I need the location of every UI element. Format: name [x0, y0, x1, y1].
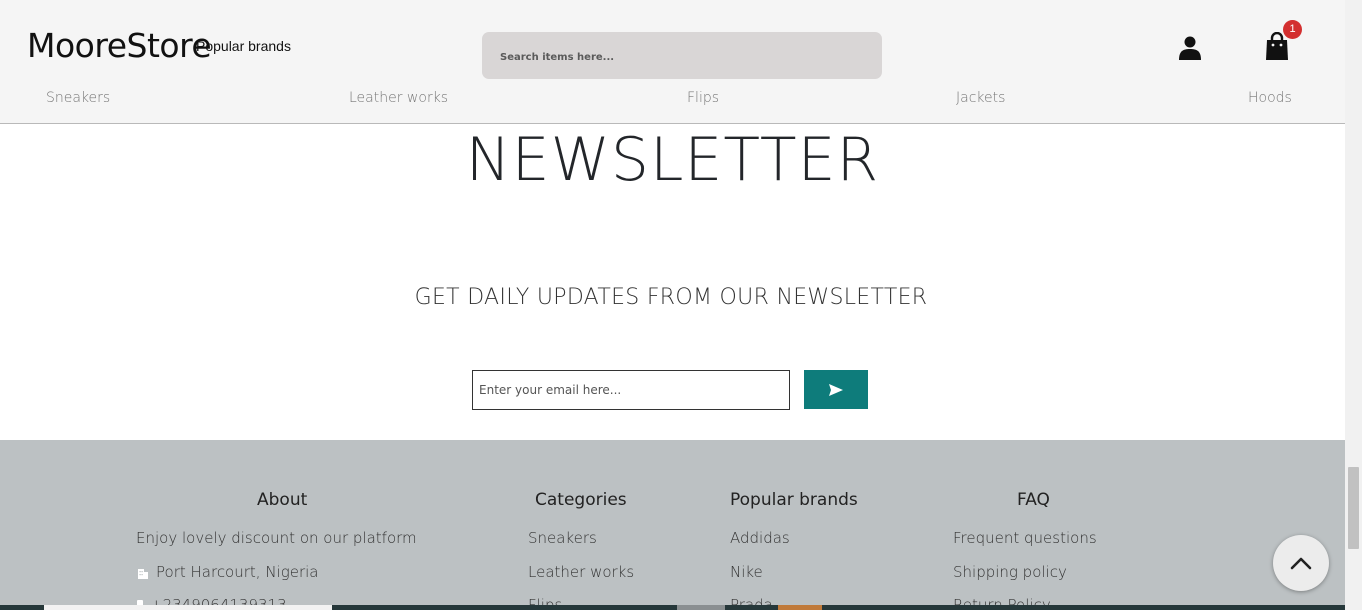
nav-category-flips[interactable]: Flips	[687, 90, 719, 106]
bottom-strip-segment	[725, 605, 778, 610]
site-header: MooreStore Popular brands 1 Sneakers Lea…	[0, 0, 1345, 124]
page-viewport: MooreStore Popular brands 1 Sneakers Lea…	[0, 0, 1345, 610]
footer-about-heading: About	[257, 490, 308, 510]
brand-logo[interactable]: MooreStore	[27, 26, 212, 65]
footer-faq-link[interactable]: Shipping policy	[953, 563, 1067, 581]
bottom-strip-segment	[822, 605, 1345, 610]
bottom-strip-segment	[0, 605, 44, 610]
bottom-strip-segment	[778, 605, 822, 610]
newsletter-title: NEWSLETTER	[465, 125, 880, 195]
nav-category-jackets[interactable]: Jackets	[956, 90, 1005, 106]
search-input[interactable]	[498, 46, 862, 68]
footer-brands-heading: Popular brands	[730, 490, 858, 510]
cart-count-badge: 1	[1283, 20, 1302, 39]
site-footer	[0, 440, 1345, 610]
footer-category-link[interactable]: Sneakers	[528, 529, 597, 547]
footer-categories-heading: Categories	[535, 490, 627, 510]
newsletter-subtitle: GET DAILY UPDATES FROM OUR NEWSLETTER	[414, 285, 928, 310]
user-icon[interactable]	[1179, 36, 1201, 60]
newsletter-submit-button[interactable]	[804, 370, 868, 409]
newsletter-email-input[interactable]	[472, 370, 790, 410]
footer-brand-link[interactable]: Addidas	[730, 529, 790, 547]
nav-category-leather-works[interactable]: Leather works	[349, 90, 448, 106]
footer-faq-link[interactable]: Frequent questions	[953, 529, 1097, 547]
bottom-strip-segment	[44, 605, 332, 610]
brand-subtitle: Popular brands	[196, 38, 291, 54]
search-bar	[482, 32, 882, 79]
building-icon	[138, 569, 148, 579]
scroll-to-top-button[interactable]	[1273, 535, 1329, 591]
nav-category-hoods[interactable]: Hoods	[1248, 90, 1292, 106]
send-icon	[829, 383, 843, 396]
footer-about-tagline: Enjoy lovely discount on our platform	[136, 529, 417, 547]
footer-about-location: Port Harcourt, Nigeria	[156, 563, 319, 581]
footer-brand-link[interactable]: Nike	[730, 563, 763, 581]
footer-faq-heading: FAQ	[1017, 490, 1050, 510]
bottom-strip-segment	[332, 605, 677, 610]
footer-category-link[interactable]: Leather works	[528, 563, 634, 581]
page-scrollbar-thumb[interactable]	[1348, 467, 1359, 549]
chevron-up-icon	[1290, 557, 1312, 570]
bottom-strip-segment	[677, 605, 725, 610]
nav-category-sneakers[interactable]: Sneakers	[46, 90, 110, 106]
